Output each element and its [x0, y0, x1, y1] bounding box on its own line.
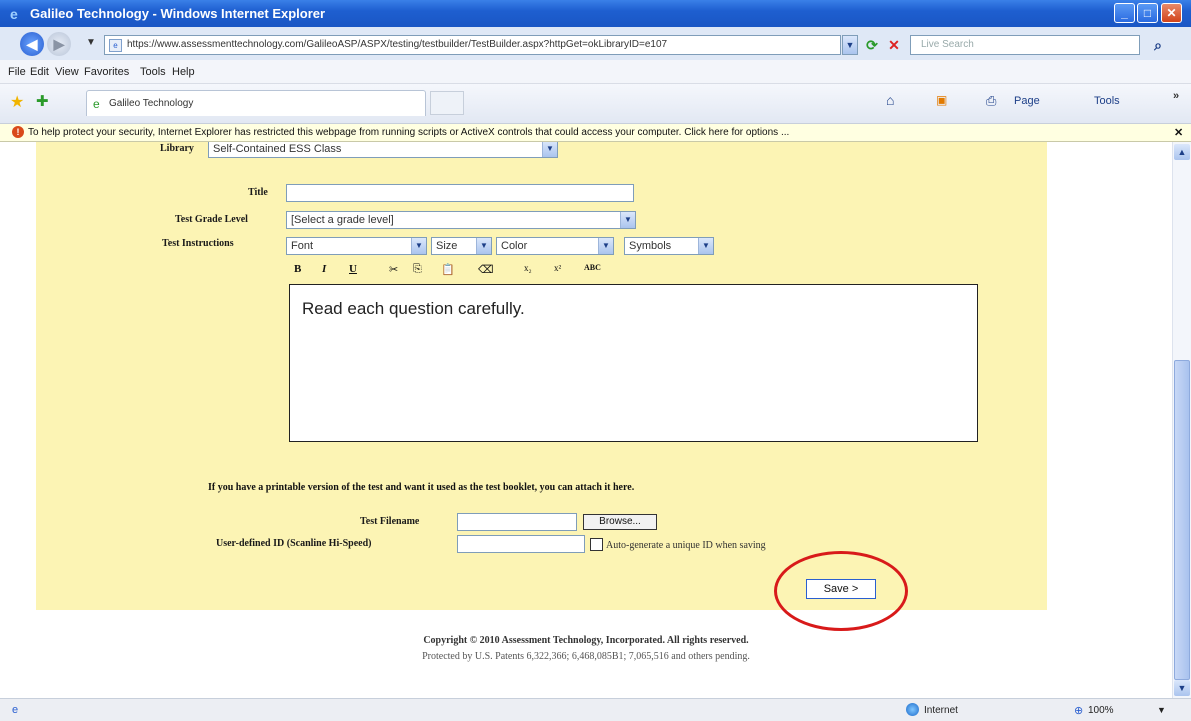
search-input[interactable]: Live Search: [910, 35, 1140, 55]
recent-pages-dropdown-icon[interactable]: ▼: [86, 37, 96, 48]
color-value: Color: [501, 240, 528, 252]
tab-bar: ★ ✚ e Galileo Technology ⌂ ▣ ⎙ Page Tool…: [0, 84, 1191, 124]
add-favorite-icon[interactable]: ✚: [36, 92, 49, 110]
more-chevron-icon[interactable]: »: [1173, 90, 1179, 102]
italic-button[interactable]: I: [322, 263, 326, 275]
autogenerate-label: Auto-generate a unique ID when saving: [606, 540, 766, 551]
filename-input[interactable]: [457, 513, 577, 531]
menu-bar: File Edit View Favorites Tools Help: [0, 60, 1191, 84]
tab-label: Galileo Technology: [109, 98, 194, 109]
search-icon[interactable]: ⌕: [1146, 35, 1170, 55]
status-bar: e Internet ⊕ 100% ▼: [0, 698, 1191, 721]
title-bar: e Galileo Technology - Windows Internet …: [0, 0, 1191, 27]
browse-button[interactable]: Browse...: [583, 514, 657, 530]
feeds-icon[interactable]: ▣: [936, 93, 947, 107]
menu-edit[interactable]: Edit: [30, 66, 49, 78]
scroll-down-icon[interactable]: ▼: [1174, 680, 1190, 696]
font-select[interactable]: Font ▼: [286, 237, 427, 255]
maximize-button[interactable]: □: [1137, 3, 1158, 23]
size-select[interactable]: Size ▼: [431, 237, 492, 255]
home-icon[interactable]: ⌂: [886, 92, 894, 108]
title-input[interactable]: [286, 184, 634, 202]
zoom-dropdown-icon[interactable]: ▼: [1157, 705, 1166, 715]
chevron-down-icon: ▼: [598, 238, 613, 254]
cut-icon[interactable]: ✂: [389, 263, 398, 276]
zoom-icon: ⊕: [1074, 705, 1084, 717]
forward-button[interactable]: ▶: [47, 32, 71, 56]
symbols-select[interactable]: Symbols ▼: [624, 237, 714, 255]
security-message: To help protect your security, Internet …: [28, 127, 790, 138]
spellcheck-icon[interactable]: ABC: [584, 263, 601, 272]
page-menu[interactable]: Page: [1014, 95, 1040, 107]
url-dropdown-button[interactable]: ▼: [842, 35, 858, 55]
chevron-down-icon: ▼: [411, 238, 426, 254]
chevron-down-icon: ▼: [476, 238, 491, 254]
subscript-icon[interactable]: x₂: [524, 263, 532, 273]
zoom-level[interactable]: 100%: [1088, 705, 1114, 716]
eraser-icon[interactable]: ⌫: [478, 263, 494, 276]
refresh-icon[interactable]: ⟳: [862, 35, 882, 55]
page-favicon-icon: e: [93, 97, 100, 111]
favorites-star-icon[interactable]: ★: [10, 92, 24, 112]
minimize-button[interactable]: _: [1114, 3, 1135, 23]
grade-level-select[interactable]: [Select a grade level] ▼: [286, 211, 636, 229]
chevron-down-icon: ▼: [542, 142, 557, 157]
window-title: Galileo Technology - Windows Internet Ex…: [30, 6, 326, 21]
shield-icon: !: [12, 126, 24, 138]
page-content: Library Self-Contained ESS Class ▼ Title…: [0, 142, 1172, 698]
bold-button[interactable]: B: [294, 263, 301, 275]
security-zone[interactable]: Internet: [924, 705, 958, 716]
page-status-icon: e: [12, 704, 19, 716]
stop-icon[interactable]: ✕: [884, 35, 904, 55]
menu-file[interactable]: File: [8, 66, 26, 78]
copyright-text: Copyright © 2010 Assessment Technology, …: [423, 635, 749, 646]
tab-galileo[interactable]: e Galileo Technology: [86, 90, 426, 116]
address-bar: ◀ ▶ ▼ e https://www.assessmenttechnology…: [0, 27, 1191, 60]
highlight-circle: [774, 551, 908, 631]
chevron-down-icon: ▼: [620, 212, 635, 228]
menu-view[interactable]: View: [55, 66, 79, 78]
print-icon[interactable]: ⎙: [986, 93, 996, 109]
superscript-icon[interactable]: x²: [554, 263, 561, 273]
color-select[interactable]: Color ▼: [496, 237, 614, 255]
grade-level-value: [Select a grade level]: [291, 214, 394, 226]
chevron-down-icon: ▼: [698, 238, 713, 254]
copy-icon[interactable]: ⎘: [413, 263, 422, 276]
url-text: https://www.assessmenttechnology.com/Gal…: [127, 39, 668, 50]
paste-icon[interactable]: 📋: [441, 263, 455, 276]
menu-help[interactable]: Help: [172, 66, 195, 78]
grade-level-label: Test Grade Level: [175, 214, 248, 225]
user-id-input[interactable]: [457, 535, 585, 553]
library-select[interactable]: Self-Contained ESS Class ▼: [208, 142, 558, 158]
close-window-button[interactable]: ✕: [1161, 3, 1182, 23]
symbols-value: Symbols: [629, 240, 672, 252]
underline-button[interactable]: U: [349, 263, 357, 275]
size-value: Size: [436, 240, 458, 252]
user-id-label: User-defined ID (Scanline Hi-Speed): [216, 538, 372, 549]
page-icon: e: [109, 39, 122, 52]
patents-text: Protected by U.S. Patents 6,322,366; 6,4…: [422, 651, 750, 662]
scrollbar-thumb[interactable]: [1174, 360, 1190, 680]
internet-globe-icon: [906, 703, 919, 716]
library-value: Self-Contained ESS Class: [213, 143, 342, 155]
back-button[interactable]: ◀: [20, 32, 44, 56]
library-label: Library: [160, 143, 194, 154]
scroll-up-icon[interactable]: ▲: [1174, 144, 1190, 160]
security-info-bar[interactable]: ! To help protect your security, Interne…: [0, 124, 1191, 142]
close-infobar-icon[interactable]: ✕: [1174, 126, 1183, 139]
tools-menu[interactable]: Tools: [1094, 95, 1120, 107]
url-field[interactable]: e https://www.assessmenttechnology.com/G…: [104, 35, 841, 55]
menu-favorites[interactable]: Favorites: [84, 66, 129, 78]
autogenerate-checkbox[interactable]: [590, 538, 603, 551]
instructions-label: Test Instructions: [162, 238, 234, 249]
ie-logo-icon: e: [10, 6, 18, 22]
attach-booklet-note: If you have a printable version of the t…: [208, 482, 635, 493]
title-label: Title: [248, 187, 268, 198]
filename-label: Test Filename: [360, 516, 420, 527]
instructions-editor[interactable]: Read each question carefully.: [289, 284, 978, 442]
new-tab-button[interactable]: [430, 91, 464, 115]
menu-tools[interactable]: Tools: [140, 66, 166, 78]
vertical-scrollbar[interactable]: ▲ ▼: [1172, 142, 1191, 698]
font-value: Font: [291, 240, 314, 252]
